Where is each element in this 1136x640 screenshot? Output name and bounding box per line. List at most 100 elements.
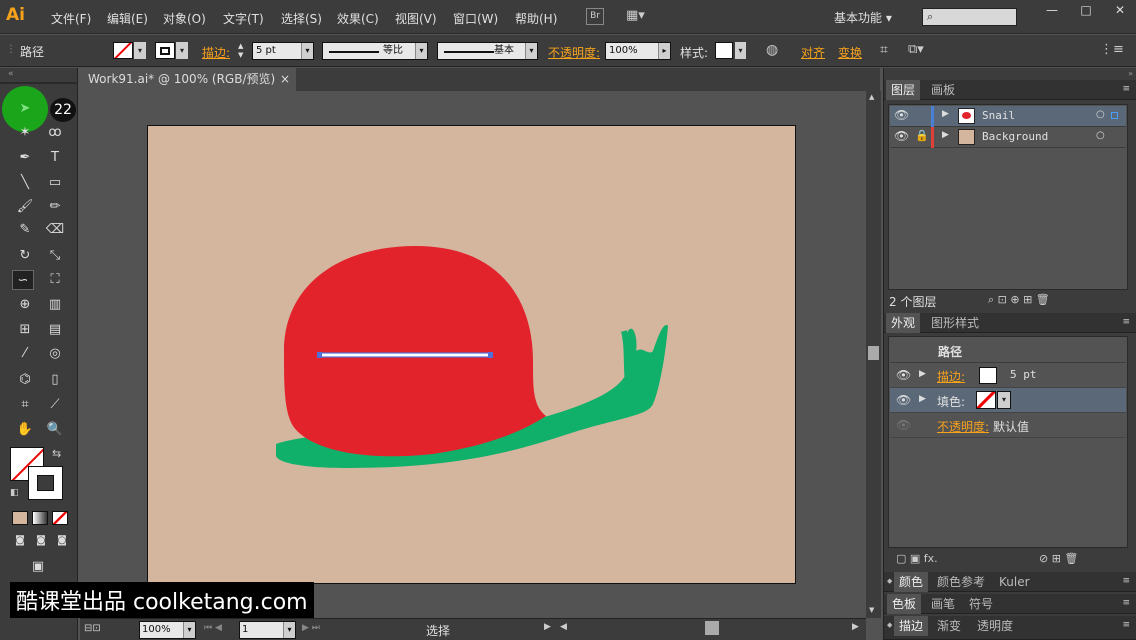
type-tool-icon[interactable]: T bbox=[44, 148, 66, 168]
menu-help[interactable]: 帮助(H) bbox=[515, 10, 557, 27]
snail-shell[interactable] bbox=[284, 246, 546, 457]
menu-window[interactable]: 窗口(W) bbox=[453, 10, 498, 27]
first-artboard-icon[interactable]: ⏮ ◀ bbox=[204, 623, 222, 633]
zoom-field[interactable]: 100% ▾ bbox=[139, 621, 196, 639]
hand-tool-icon[interactable]: ✋ bbox=[14, 420, 36, 440]
menu-type[interactable]: 文字(T) bbox=[223, 10, 264, 27]
collapse-dock-icon[interactable]: » bbox=[888, 69, 1133, 80]
tab-transparency[interactable]: 透明度 bbox=[972, 616, 1018, 636]
workspace-switcher[interactable]: 基本功能 ▾ bbox=[834, 9, 892, 26]
expand-triangle-icon[interactable]: ▶ bbox=[919, 369, 926, 379]
opacity-label[interactable]: 不透明度: bbox=[548, 44, 600, 61]
appearance-row-stroke[interactable]: 👁 ▶ 描边: 5 pt bbox=[890, 363, 1126, 388]
artboard-navigation-icon[interactable]: ⊟⊡ bbox=[84, 623, 101, 634]
visibility-eye-icon[interactable]: 👁 bbox=[894, 129, 909, 143]
horizontal-scroll-thumb[interactable] bbox=[705, 621, 719, 635]
tab-kuler[interactable]: Kuler bbox=[994, 572, 1035, 592]
color-mode-icon[interactable] bbox=[12, 511, 28, 525]
tab-artboards[interactable]: 画板 bbox=[926, 80, 960, 100]
artboard-tool-icon[interactable]: ⌗ bbox=[14, 395, 36, 415]
isolate-object-icon[interactable]: ⌗ bbox=[880, 42, 888, 58]
tab-symbols[interactable]: 符号 bbox=[964, 594, 998, 614]
collapse-panel-icon[interactable]: « bbox=[8, 69, 14, 79]
appearance-panel-menu-icon[interactable]: ≡ bbox=[1122, 317, 1130, 327]
stroke-weight-field[interactable]: 5 pt ▾ bbox=[252, 42, 314, 60]
appearance-row-fill[interactable]: 👁 ▶ 填色: ▾ bbox=[890, 388, 1126, 413]
rotate-tool-icon[interactable]: ↻ bbox=[14, 246, 36, 266]
close-tab-icon[interactable]: × bbox=[280, 68, 290, 91]
scroll-down-icon[interactable]: ▼ bbox=[869, 606, 874, 614]
scroll-up-icon[interactable]: ▲ bbox=[869, 93, 874, 101]
search-input[interactable]: ⌕ bbox=[922, 8, 1017, 26]
magic-wand-tool-icon[interactable]: ✶ bbox=[14, 123, 36, 143]
tab-appearance[interactable]: 外观 bbox=[886, 313, 921, 333]
layer-row-background[interactable]: 👁 🔒 ▶ Background ○ bbox=[890, 127, 1126, 148]
artboard-number-field[interactable]: 1 ▾ bbox=[239, 621, 296, 639]
menu-file[interactable]: 文件(F) bbox=[51, 10, 91, 27]
shape-builder-tool-icon[interactable]: ⊕ bbox=[14, 295, 36, 315]
document-tab[interactable]: Work91.ai* @ 100% (RGB/预览) × bbox=[80, 68, 296, 91]
add-stroke-icon[interactable]: ▢ ▣ fx. bbox=[896, 552, 938, 565]
next-artboard-icon[interactable]: ▶ ⏭ bbox=[302, 623, 320, 633]
tab-swatches[interactable]: 色板 bbox=[887, 594, 922, 614]
menu-edit[interactable]: 编辑(E) bbox=[107, 10, 148, 27]
panel-menu-icon[interactable]: ≡ bbox=[1122, 598, 1130, 608]
menu-effect[interactable]: 效果(C) bbox=[337, 10, 379, 27]
default-colors-icon[interactable]: ◧ bbox=[10, 488, 19, 498]
stroke-label[interactable]: 描边: bbox=[202, 44, 230, 61]
arrange-icon[interactable]: ⧉▾ bbox=[908, 42, 924, 57]
none-mode-icon[interactable] bbox=[52, 511, 68, 525]
scroll-left-icon[interactable]: ◀ bbox=[560, 622, 567, 632]
fill-color-swatch[interactable] bbox=[976, 391, 996, 409]
visibility-eye-icon[interactable]: 👁 bbox=[896, 393, 911, 407]
line-tool-icon[interactable]: ╲ bbox=[14, 173, 36, 193]
layers-panel-menu-icon[interactable]: ≡ bbox=[1122, 84, 1130, 94]
pen-tool-icon[interactable]: ✒ bbox=[14, 148, 36, 168]
arrange-documents-icon[interactable]: ▦▾ bbox=[626, 8, 654, 26]
gradient-mode-icon[interactable] bbox=[32, 511, 48, 525]
eyedropper-tool-icon[interactable]: ⁄ bbox=[14, 344, 36, 364]
graphic-style-swatch[interactable] bbox=[715, 42, 733, 59]
draw-normal-icon[interactable]: ◙ bbox=[9, 531, 31, 551]
brush-definition[interactable]: 基本 ▾ bbox=[437, 42, 538, 60]
status-menu-icon[interactable]: ▶ bbox=[544, 622, 551, 632]
stroke-stepper-icon[interactable]: ▲ ▼ bbox=[238, 42, 250, 60]
perspective-grid-tool-icon[interactable]: ▥ bbox=[44, 295, 66, 315]
tab-stroke[interactable]: 描边 bbox=[894, 616, 929, 636]
anchor-point-right[interactable] bbox=[488, 352, 493, 358]
close-button[interactable]: ✕ bbox=[1104, 1, 1136, 19]
panel-menu-icon[interactable]: ⋮≡ bbox=[1100, 42, 1124, 57]
visibility-eye-icon[interactable]: 👁 bbox=[896, 368, 911, 382]
gradient-tool-icon[interactable]: ▤ bbox=[44, 320, 66, 340]
tab-layers[interactable]: 图层 bbox=[886, 80, 921, 100]
variable-width-profile[interactable]: 等比 ▾ bbox=[322, 42, 428, 60]
tab-gradient[interactable]: 渐变 bbox=[932, 616, 966, 636]
tab-color[interactable]: 颜色 bbox=[894, 572, 929, 592]
stroke-row-label[interactable]: 描边: bbox=[937, 368, 965, 385]
bridge-button[interactable]: Br bbox=[586, 8, 604, 25]
draw-inside-icon[interactable]: ◙ bbox=[51, 531, 73, 551]
graph-tool-icon[interactable]: ▯ bbox=[44, 370, 66, 390]
zoom-tool-icon[interactable]: 🔍 bbox=[44, 420, 66, 440]
vertical-scrollbar[interactable]: ▲ ▼ bbox=[866, 91, 881, 618]
tab-brushes[interactable]: 画笔 bbox=[926, 594, 960, 614]
fill-swatch[interactable] bbox=[113, 42, 133, 59]
stroke-color-swatch[interactable] bbox=[979, 367, 997, 384]
menu-select[interactable]: 选择(S) bbox=[281, 10, 322, 27]
eraser-tool-icon[interactable]: ⌫ bbox=[44, 220, 66, 240]
free-transform-tool-icon[interactable]: ⛶ bbox=[44, 270, 66, 290]
scroll-right-icon[interactable]: ▶ bbox=[852, 622, 859, 632]
screen-mode-icon[interactable]: ▣ bbox=[27, 557, 49, 577]
panel-menu-icon[interactable]: ≡ bbox=[1122, 620, 1130, 630]
selection-tool-icon[interactable]: ➤ bbox=[14, 99, 36, 119]
selected-path[interactable] bbox=[319, 352, 491, 358]
transform-label[interactable]: 变换 bbox=[838, 44, 862, 61]
clear-appearance-icon[interactable]: ⊘ ⊞ 🗑 bbox=[1039, 552, 1078, 565]
scale-tool-icon[interactable]: ⤡ bbox=[44, 246, 66, 266]
maximize-button[interactable]: □ bbox=[1070, 1, 1102, 19]
lasso-tool-icon[interactable]: ꝏ bbox=[44, 123, 66, 143]
pencil-tool-icon[interactable]: ✏ bbox=[44, 197, 66, 217]
expand-triangle-icon[interactable]: ▶ bbox=[942, 130, 949, 140]
mesh-tool-icon[interactable]: ⊞ bbox=[14, 320, 36, 340]
layer-row-snail[interactable]: 👁 ▶ Snail ○ bbox=[890, 106, 1126, 127]
